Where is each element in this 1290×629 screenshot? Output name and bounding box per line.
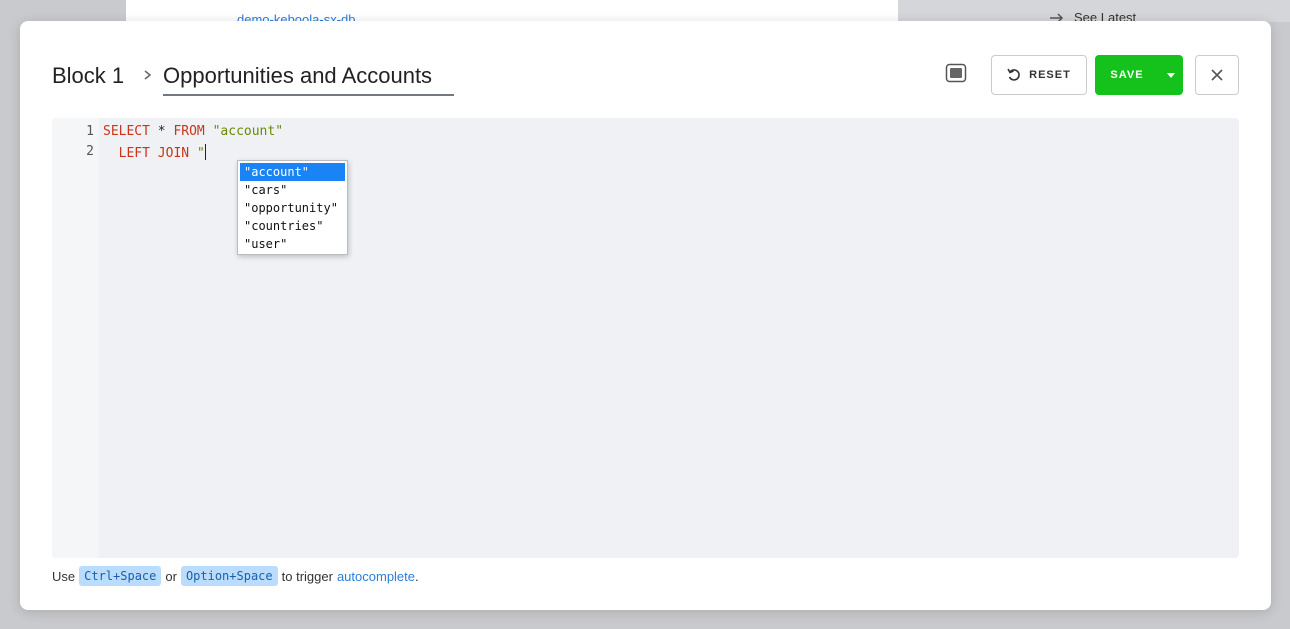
fullscreen-toggle-icon[interactable] [945, 63, 967, 83]
autocomplete-item-opportunity[interactable]: "opportunity" [240, 199, 345, 217]
shortcut-badge: Ctrl+Space [79, 566, 162, 586]
code-line[interactable]: LEFT JOIN " [103, 144, 206, 161]
autocomplete-dropdown[interactable]: "account" "cars" "opportunity" "countrie… [237, 160, 348, 255]
text-cursor [204, 144, 206, 160]
close-button[interactable] [1195, 55, 1239, 95]
hint-text: Use [52, 568, 76, 584]
sql-keyword: SELECT [103, 124, 150, 139]
sql-code-editor[interactable]: 1 2 SELECT * FROM "account" LEFT JOIN " … [52, 118, 1239, 558]
autocomplete-item-account[interactable]: "account" [240, 163, 345, 181]
sql-token: * [149, 124, 174, 139]
autocomplete-item-user[interactable]: "user" [240, 235, 345, 253]
undo-icon [1007, 68, 1020, 81]
line-number: 1 [86, 124, 94, 139]
sql-keyword: LEFT JOIN [118, 146, 190, 161]
autocomplete-item-countries[interactable]: "countries" [240, 217, 345, 235]
hint-text: to trigger [281, 568, 333, 584]
sql-string: " [196, 146, 205, 161]
line-number: 2 [86, 144, 94, 159]
sql-editor-modal: Block 1 Opportunities and Accounts RESET… [20, 21, 1271, 610]
modal-header: Block 1 Opportunities and Accounts RESET… [52, 55, 1239, 97]
chevron-right-icon [140, 65, 156, 85]
hint-text: . [415, 568, 419, 584]
autocomplete-help-link[interactable]: autocomplete [337, 569, 415, 584]
code-line[interactable]: SELECT * FROM "account" [103, 124, 283, 139]
breadcrumb-block[interactable]: Block 1 [52, 63, 124, 89]
sql-string: "account" [212, 124, 284, 139]
sql-keyword: FROM [173, 124, 205, 139]
line-number-gutter: 1 2 [52, 118, 99, 558]
save-button-label: SAVE [1110, 69, 1144, 81]
autocomplete-item-cars[interactable]: "cars" [240, 181, 345, 199]
close-icon [1211, 69, 1223, 81]
caret-down-icon[interactable] [1159, 55, 1183, 95]
save-button[interactable]: SAVE [1095, 55, 1183, 95]
hint-text: or [165, 568, 177, 584]
reset-button-label: RESET [1029, 69, 1071, 81]
autocomplete-hint: Use Ctrl+Space or Option+Space to trigge… [52, 566, 419, 586]
reset-button[interactable]: RESET [991, 55, 1087, 95]
shortcut-badge: Option+Space [180, 566, 278, 586]
block-title-input[interactable]: Opportunities and Accounts [163, 55, 454, 96]
